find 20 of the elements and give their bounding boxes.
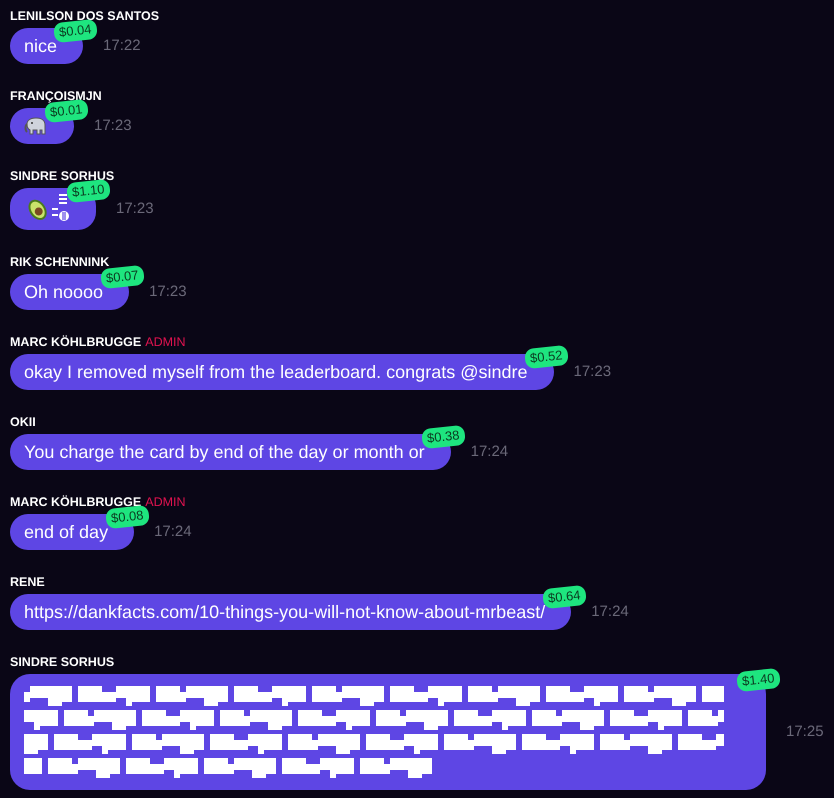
tip-badge: $0.07 xyxy=(100,264,144,290)
timestamp: 17:23 xyxy=(149,282,187,302)
tip-badge: $0.38 xyxy=(421,424,466,450)
tip-badge: $1.40 xyxy=(736,668,781,692)
money-stack-icon xyxy=(52,194,70,224)
timestamp: 17:25 xyxy=(786,722,824,742)
timestamp: 17:24 xyxy=(154,522,192,542)
timestamp: 17:22 xyxy=(103,36,141,56)
author-name: MARC KÖHLBRUGGE xyxy=(10,334,142,350)
timestamp: 17:23 xyxy=(94,116,132,136)
timestamp: 17:23 xyxy=(116,198,154,219)
timestamp: 17:24 xyxy=(470,442,508,462)
timestamp: 17:23 xyxy=(574,362,612,382)
author-name: OKII xyxy=(10,414,36,430)
author-name: RENE xyxy=(10,574,45,590)
author-name: SINDRE SORHUS xyxy=(10,654,114,670)
elephant-icon xyxy=(24,116,48,136)
timestamp: 17:24 xyxy=(591,602,629,622)
admin-label: ADMIN xyxy=(145,334,186,350)
tip-badge: $0.52 xyxy=(524,344,568,370)
